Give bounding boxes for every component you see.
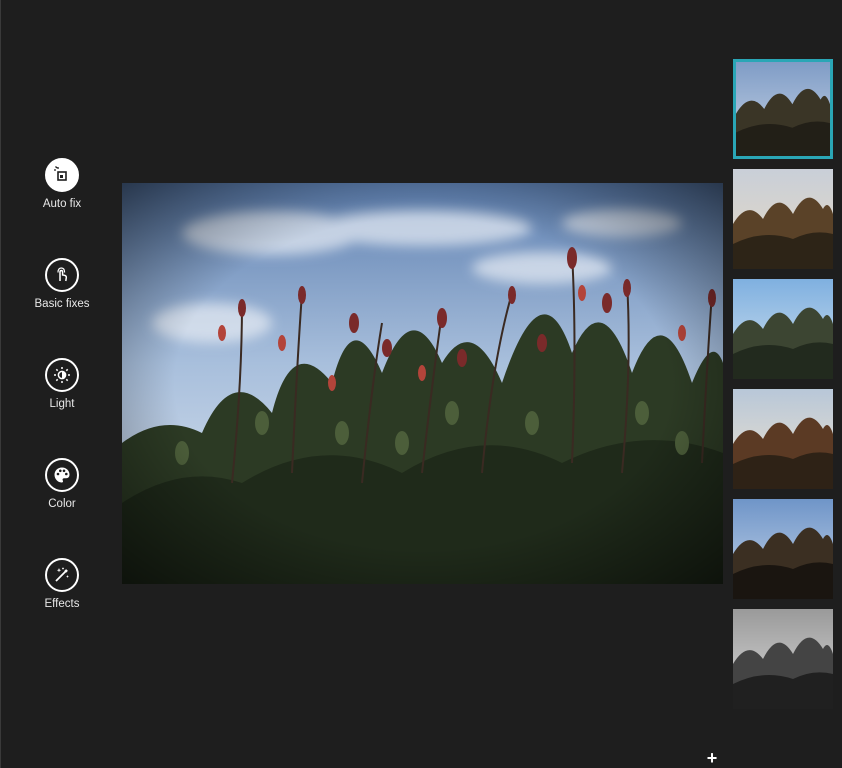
thumbnail-warm[interactable]	[733, 169, 833, 269]
color-tool[interactable]: Color	[21, 458, 103, 510]
thumbnail-black-and-white[interactable]	[733, 609, 833, 709]
effects-tool[interactable]: Effects	[21, 558, 103, 610]
auto-fix-tool[interactable]: Auto fix	[21, 158, 103, 210]
basic-fixes-label: Basic fixes	[34, 298, 90, 310]
thumbnail-contrast[interactable]	[733, 499, 833, 599]
thumbnail-original[interactable]	[733, 59, 833, 159]
touch-icon	[45, 258, 79, 292]
brightness-icon	[45, 358, 79, 392]
thumbnail-vivid[interactable]	[733, 389, 833, 489]
auto-fix-icon	[45, 158, 79, 192]
palette-icon	[45, 458, 79, 492]
color-label: Color	[48, 498, 76, 510]
auto-fix-label: Auto fix	[42, 198, 82, 210]
magic-wand-icon	[45, 558, 79, 592]
basic-fixes-tool[interactable]: Basic fixes	[21, 258, 103, 310]
main-photo[interactable]	[122, 183, 723, 584]
photo-editor-app: Auto fix Basic fixes Light Color Effects…	[0, 0, 842, 768]
light-label: Light	[49, 398, 75, 410]
add-button[interactable]: +	[705, 749, 719, 767]
effects-label: Effects	[44, 598, 80, 610]
light-tool[interactable]: Light	[21, 358, 103, 410]
thumbnail-cool[interactable]	[733, 279, 833, 379]
